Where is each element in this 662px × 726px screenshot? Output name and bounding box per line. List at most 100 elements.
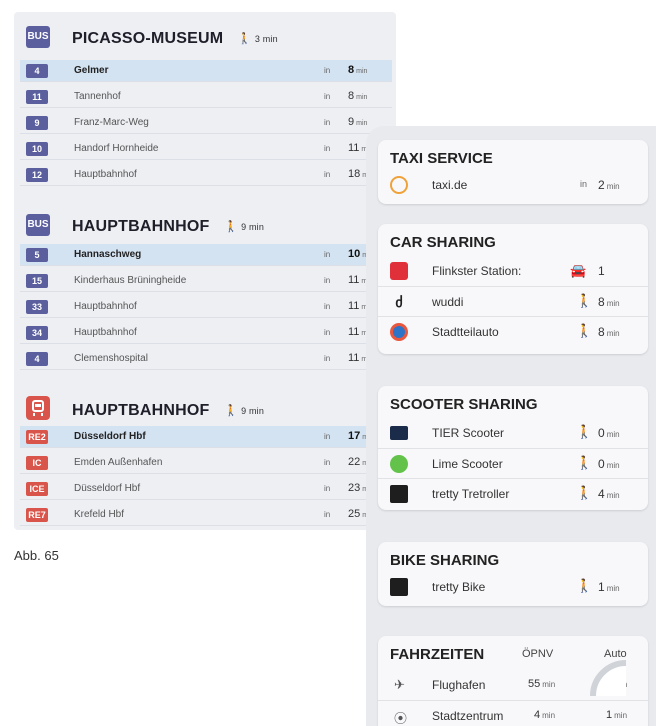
walk-icon: 🚶 xyxy=(576,293,593,308)
card-title: SCOOTER SHARING xyxy=(390,396,538,413)
destination: Emden Außenhafen xyxy=(74,457,163,468)
departure-row[interactable]: 12 Hauptbahnhof in 18mi xyxy=(20,164,392,186)
opnv-time: 55 min xyxy=(528,678,556,690)
departure-row[interactable]: ICE Düsseldorf Hbf in 23mi xyxy=(20,478,392,500)
travel-time-row[interactable]: ✈ Flughafen 55 min 22 min xyxy=(378,670,648,700)
scooter-sharing-card: SCOOTER SHARING TIER Scooter 🚶 0 min Lime… xyxy=(378,386,648,510)
line-badge: 33 xyxy=(26,300,48,314)
walk-icon: 🚶 xyxy=(237,33,252,46)
provider-name: tretty Tretroller xyxy=(432,487,510,501)
line-badge: 4 xyxy=(26,352,48,366)
stop-header[interactable]: BUS HAUPTBAHNHOF 🚶 9 min xyxy=(14,208,396,240)
destination-name: Flughafen xyxy=(432,678,486,692)
line-badge: 11 xyxy=(26,90,48,104)
card-title: TAXI SERVICE xyxy=(390,150,493,167)
in-label: in xyxy=(324,484,331,493)
destination: Hauptbahnhof xyxy=(74,169,137,180)
departure-row[interactable]: 34 Hauptbahnhof in 11mi xyxy=(20,322,392,344)
in-label: in xyxy=(324,170,331,179)
departure-row[interactable]: RE2 Düsseldorf Hbf in 17mi xyxy=(20,426,392,448)
destination: Clemenshospital xyxy=(74,353,148,364)
departure-row[interactable]: 9 Franz-Marc-Weg in 9 min xyxy=(20,112,392,134)
walk-icon: 🚶 xyxy=(224,221,239,234)
train-icon xyxy=(26,396,50,420)
in-label: in xyxy=(324,328,331,337)
destination: Hauptbahnhof xyxy=(74,301,137,312)
car-icon: 🚘 xyxy=(570,263,587,278)
column-header-auto: Auto xyxy=(604,648,627,660)
stop-header[interactable]: BUS PICASSO-MUSEUM 🚶 3 min xyxy=(14,20,396,52)
in-label: in xyxy=(324,118,331,127)
destination: Tannenhof xyxy=(74,91,121,102)
line-badge: IC xyxy=(26,456,48,470)
available-count: 1 xyxy=(598,264,605,278)
line-badge: 9 xyxy=(26,116,48,130)
column-header-opnv: ÖPNV xyxy=(522,648,554,660)
stop-section-hauptbahnhof-rail: HAUPTBAHNHOF 🚶 9 min RE2 Düsseldorf Hbf i… xyxy=(14,392,396,530)
walk-time: 1 min xyxy=(598,580,620,594)
taxi-row[interactable]: taxi.de in 2 min xyxy=(378,170,648,200)
in-label: in xyxy=(324,302,331,311)
stop-title: HAUPTBAHNHOF xyxy=(72,402,210,419)
stop-header[interactable]: HAUPTBAHNHOF 🚶 9 min xyxy=(14,392,396,424)
departure-row[interactable]: IC Emden Außenhafen in 22mi xyxy=(20,452,392,474)
walk-time: 4 min xyxy=(598,487,620,501)
card-title: CAR SHARING xyxy=(390,234,496,251)
destination: Hauptbahnhof xyxy=(74,327,137,338)
in-label: in xyxy=(324,92,331,101)
departure-row[interactable]: RE7 Krefeld Hbf in 25mi xyxy=(20,504,392,526)
scooter-row[interactable]: Lime Scooter 🚶 0 min xyxy=(378,448,648,478)
stop-section-picasso-museum: BUS PICASSO-MUSEUM 🚶 3 min 4 Gelmer in 8m… xyxy=(14,20,396,198)
car-sharing-row[interactable]: Stadtteilauto 🚶 8 min xyxy=(378,316,648,346)
departure-time: 8 min xyxy=(348,64,368,76)
stadtteilauto-icon xyxy=(390,323,408,341)
destination: Gelmer xyxy=(74,65,109,76)
car-sharing-row[interactable]: Flinkster Station: 🚘 1 xyxy=(378,256,648,286)
destination: Düsseldorf Hbf xyxy=(74,431,146,442)
departure-row[interactable]: 5 Hannaschweg in 10mi xyxy=(20,244,392,266)
in-label: in xyxy=(324,354,331,363)
departure-row[interactable]: 33 Hauptbahnhof in 11mi xyxy=(20,296,392,318)
in-label: in xyxy=(324,144,331,153)
line-badge: RE2 xyxy=(26,430,48,444)
walk-icon: 🚶 xyxy=(576,323,593,338)
bike-row[interactable]: tretty Bike 🚶 1 min xyxy=(378,572,648,602)
destination: Franz-Marc-Weg xyxy=(74,117,149,128)
lime-icon xyxy=(390,455,408,473)
departure-row[interactable]: 15 Kinderhaus Brüningheide in 11mi xyxy=(20,270,392,292)
wait-time: 2 min xyxy=(598,178,620,192)
tretty-icon xyxy=(390,578,408,596)
walk-time: 🚶 3 min xyxy=(237,33,278,46)
scooter-row[interactable]: tretty Tretroller 🚶 4 min xyxy=(378,478,648,508)
card-title: FAHRZEITEN xyxy=(390,646,485,663)
provider-name: Stadtteilauto xyxy=(432,325,499,339)
walk-time: 🚶 9 min xyxy=(224,405,265,418)
departure-row[interactable]: 11 Tannenhof in 8 min xyxy=(20,86,392,108)
line-badge: 12 xyxy=(26,168,48,182)
walk-icon: 🚶 xyxy=(576,424,593,439)
car-sharing-row[interactable]: ძ wuddi 🚶 8 min xyxy=(378,286,648,316)
provider-name: Flinkster Station: xyxy=(432,264,522,278)
target-icon: ⦿ xyxy=(394,711,408,726)
destination: Kinderhaus Brüningheide xyxy=(74,275,187,286)
departure-row[interactable]: 4 Clemenshospital in 11mi xyxy=(20,348,392,370)
in-label: in xyxy=(324,510,331,519)
scooter-row[interactable]: TIER Scooter 🚶 0 min xyxy=(378,418,648,448)
line-badge: 5 xyxy=(26,248,48,262)
walk-icon: 🚶 xyxy=(576,485,593,500)
taxi-card: TAXI SERVICE taxi.de in 2 min xyxy=(378,140,648,204)
line-badge: 15 xyxy=(26,274,48,288)
car-sharing-card: CAR SHARING Flinkster Station: 🚘 1 ძ wud… xyxy=(378,224,648,354)
travel-time-row[interactable]: ⦿ Stadtzentrum 4 min 1 min xyxy=(378,700,648,726)
departure-row[interactable]: 4 Gelmer in 8 min xyxy=(20,60,392,82)
auto-time: 1 min xyxy=(606,709,628,721)
destination-name: Stadtzentrum xyxy=(432,709,504,723)
walk-time: 8 min xyxy=(598,295,620,309)
provider-name: tretty Bike xyxy=(432,580,486,594)
in-label: in xyxy=(324,66,331,75)
in-label: in xyxy=(324,432,331,441)
destination: Handorf Hornheide xyxy=(74,143,159,154)
auto-time: 22 min xyxy=(600,678,628,690)
departure-row[interactable]: 10 Handorf Hornheide in 11mi xyxy=(20,138,392,160)
in-label: in xyxy=(324,458,331,467)
